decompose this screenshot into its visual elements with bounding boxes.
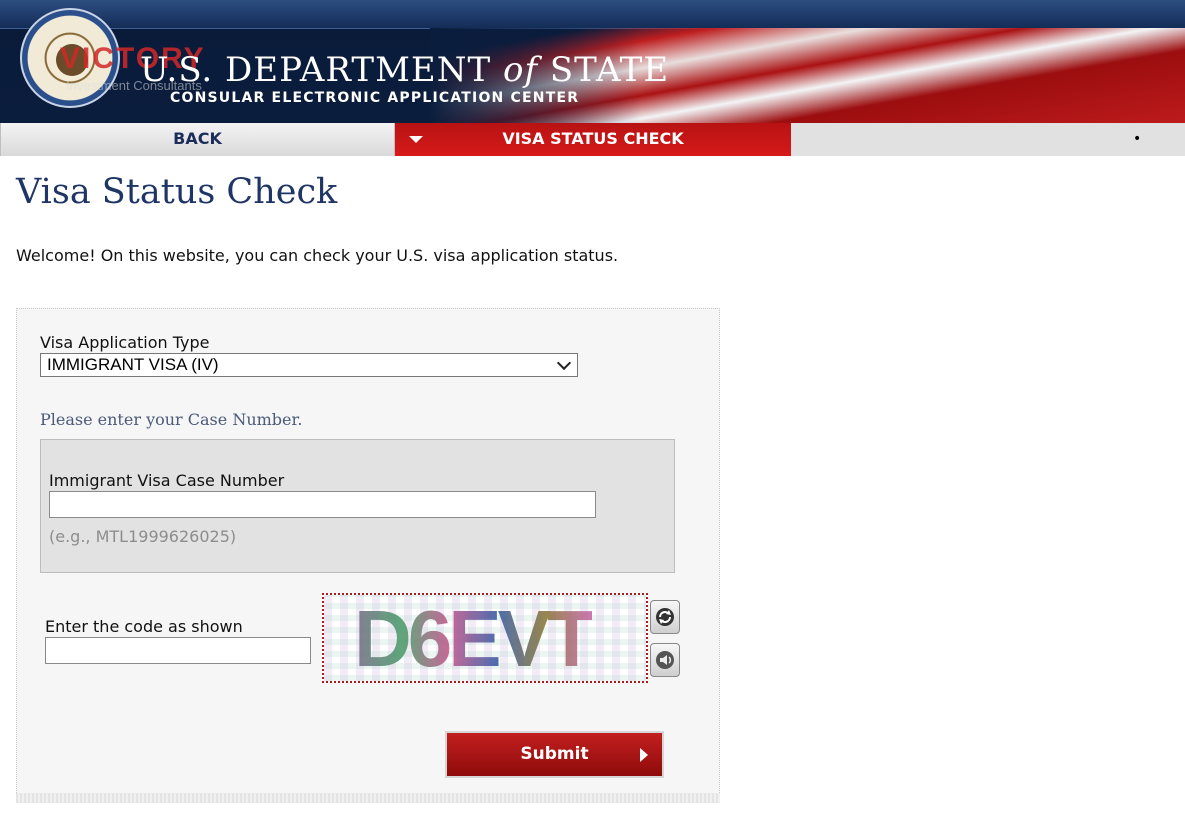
- arrow-right-icon: [640, 748, 648, 762]
- nav-bar: BACK VISA STATUS CHECK •: [0, 123, 1185, 156]
- captcha-audio-button[interactable]: [650, 643, 680, 677]
- chevron-down-icon: [556, 355, 572, 371]
- banner-top-stripe: [0, 0, 1185, 29]
- department-title-part1: U.S. DEPARTMENT: [140, 50, 492, 90]
- nav-dot: •: [1133, 131, 1142, 147]
- department-title: U.S. DEPARTMENT of STATE: [140, 50, 669, 90]
- submit-label: Submit: [520, 744, 589, 764]
- form-panel-bottom: [16, 793, 720, 803]
- captcha-text: D6EVT: [354, 594, 596, 683]
- refresh-icon: [656, 608, 674, 626]
- welcome-text: Welcome! On this website, you can check …: [16, 246, 619, 265]
- header-banner: VICTORY Investment Consultants U.S. DEPA…: [0, 0, 1185, 123]
- captcha-refresh-button[interactable]: [650, 600, 680, 634]
- submit-button[interactable]: Submit: [445, 731, 664, 778]
- nav-back-button[interactable]: BACK: [0, 123, 395, 156]
- application-type-value: IMMIGRANT VISA (IV): [47, 355, 219, 374]
- captcha-code-label: Enter the code as shown: [45, 617, 243, 636]
- speaker-icon: [656, 651, 674, 669]
- case-number-input[interactable]: [49, 491, 596, 518]
- case-number-example: (e.g., MTL1999626025): [49, 527, 237, 546]
- nav-visa-status-check[interactable]: VISA STATUS CHECK: [395, 123, 791, 156]
- case-number-hint: Please enter your Case Number.: [40, 410, 303, 429]
- dropdown-arrow-icon: [409, 136, 423, 143]
- application-type-select[interactable]: IMMIGRANT VISA (IV): [40, 353, 578, 377]
- page-title: Visa Status Check: [16, 172, 338, 212]
- department-title-part2: STATE: [549, 50, 670, 90]
- department-title-of: of: [502, 50, 539, 90]
- department-subtitle: CONSULAR ELECTRONIC APPLICATION CENTER: [170, 90, 580, 106]
- case-number-label: Immigrant Visa Case Number: [49, 471, 285, 490]
- captcha-image: D6EVT: [322, 593, 648, 683]
- nav-visa-status-label: VISA STATUS CHECK: [502, 129, 684, 148]
- captcha-code-input[interactable]: [45, 637, 311, 664]
- application-type-label: Visa Application Type: [40, 333, 210, 352]
